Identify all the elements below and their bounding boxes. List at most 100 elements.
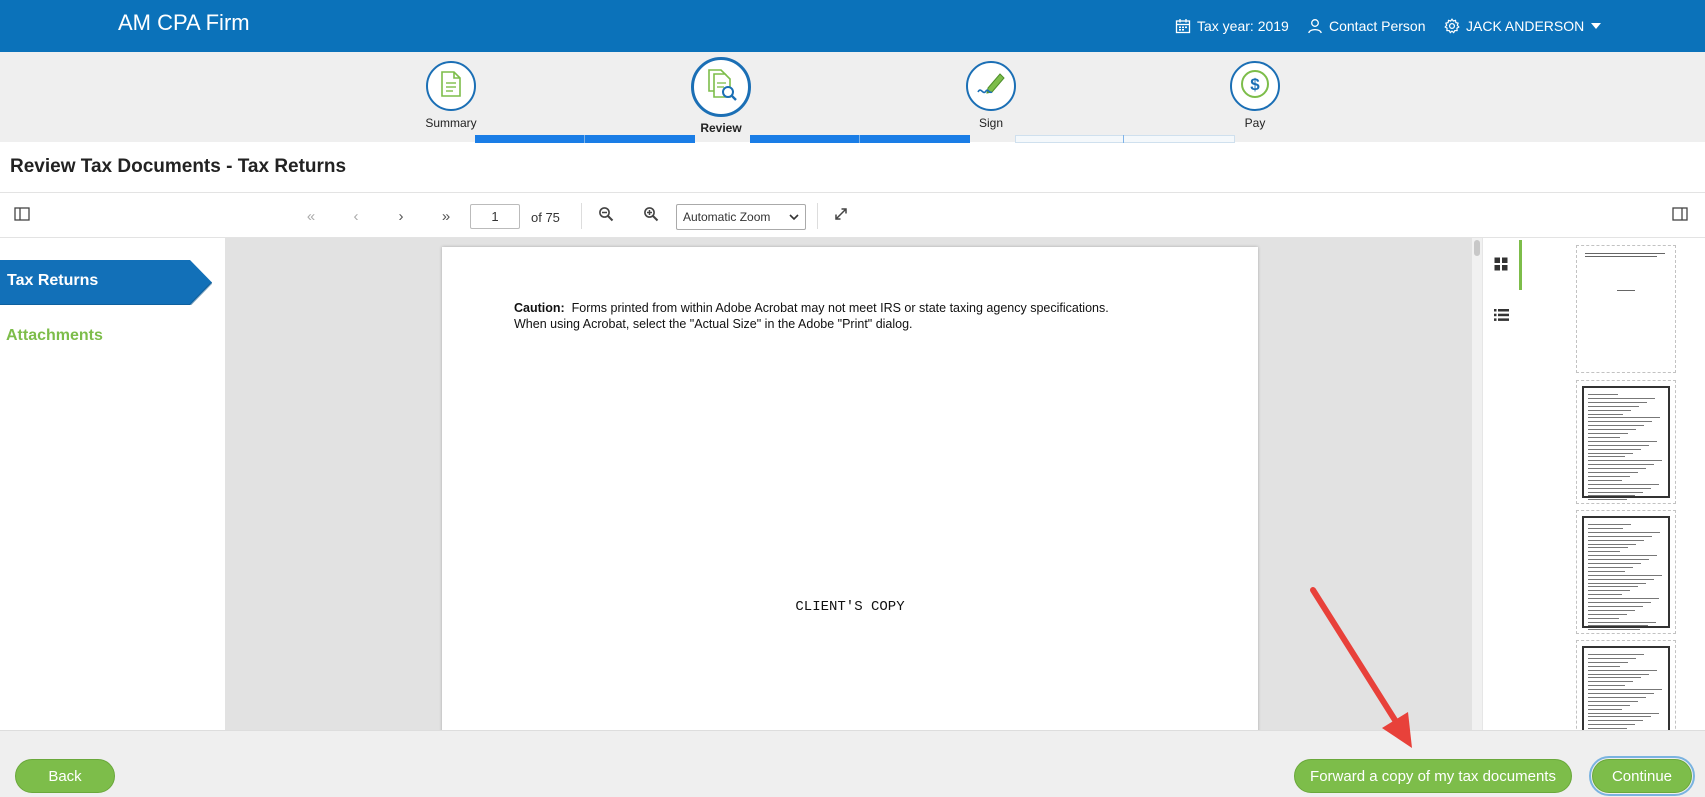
thumb-text-line <box>1588 574 1662 576</box>
presentation-mode-button[interactable] <box>830 205 852 227</box>
thumb-text-line <box>1588 669 1657 671</box>
thumb-text-line <box>1588 468 1646 470</box>
thumb-text-line <box>1588 700 1638 702</box>
nav-item-attachments[interactable]: Attachments <box>6 327 103 345</box>
thumb-text-line <box>1588 479 1622 481</box>
step-label-review: Review <box>700 121 742 135</box>
zoom-select[interactable]: Automatic Zoom <box>676 204 806 230</box>
thumb-text-line <box>1588 464 1654 466</box>
thumb-text-line <box>1588 696 1646 698</box>
step-pay[interactable]: $ <box>1230 61 1280 111</box>
thumb-text-line <box>1588 720 1643 722</box>
thumb-text-line <box>1588 539 1644 541</box>
thumb-text-line <box>1588 661 1628 663</box>
thumb-text-line <box>1617 290 1635 291</box>
zoom-select-value: Automatic Zoom <box>683 210 771 224</box>
calendar-icon <box>1175 18 1191 34</box>
user-name: JACK ANDERSON <box>1466 18 1585 34</box>
footer-bar: Back Forward a copy of my tax documents … <box>0 730 1705 797</box>
top-header: AM CPA Firm Tax year: 2019 Contact Perso… <box>0 0 1705 52</box>
thumb-text-line <box>1588 566 1633 568</box>
caret-down-icon <box>1590 22 1602 30</box>
caution-line-1: Forms printed from within Adobe Acrobat … <box>571 301 1109 315</box>
thumb-text-line <box>1588 712 1659 714</box>
thumb-text-line <box>1588 429 1636 431</box>
thumb-text-line <box>1588 475 1630 477</box>
pen-signature-icon <box>976 70 1006 103</box>
sidebar-toggle-button[interactable] <box>11 205 33 227</box>
dollar-icon: $ <box>1240 69 1270 104</box>
page-thumbnail[interactable] <box>1576 640 1676 730</box>
thumb-text-line <box>1588 681 1633 683</box>
viewer-scrollbar[interactable] <box>1472 238 1482 730</box>
last-page-button[interactable]: » <box>435 205 457 227</box>
thumb-text-line <box>1588 594 1622 596</box>
page-count-label: of 75 <box>531 210 560 225</box>
thumb-text-line <box>1588 460 1662 462</box>
thumb-text-line <box>1588 629 1640 631</box>
step-review[interactable] <box>691 57 751 117</box>
thumb-text-line <box>1588 397 1655 399</box>
thumb-text-line <box>1588 657 1636 659</box>
page-thumbnail[interactable] <box>1576 245 1676 373</box>
step-label-summary: Summary <box>425 116 477 130</box>
chevron-down-icon <box>789 210 799 224</box>
progress-track-3 <box>1015 135 1235 143</box>
first-page-button[interactable]: « <box>300 205 322 227</box>
thumb-text-line <box>1588 448 1641 450</box>
thumb-text-line <box>1588 547 1628 549</box>
thumb-text-line <box>1588 417 1660 419</box>
thumb-page-frame <box>1582 646 1670 730</box>
pdf-viewer[interactable]: Caution: Forms printed from within Adobe… <box>225 238 1482 730</box>
nav-item-label: Tax Returns <box>7 272 99 289</box>
thumb-text-line <box>1588 582 1646 584</box>
zoom-out-button[interactable] <box>595 205 617 227</box>
thumb-text-line <box>1588 495 1635 497</box>
step-sign[interactable] <box>966 61 1016 111</box>
zoom-in-button[interactable] <box>640 205 662 227</box>
thumb-text-line <box>1588 535 1652 537</box>
page-number-input[interactable] <box>470 204 520 229</box>
thumb-text-line <box>1588 527 1623 529</box>
thumb-text-line <box>1588 708 1622 710</box>
expand-icon <box>834 207 848 225</box>
thumb-text-line <box>1588 665 1620 667</box>
thumb-text-line <box>1588 559 1649 561</box>
page-thumbnail[interactable] <box>1576 380 1676 504</box>
continue-button[interactable]: Continue <box>1589 756 1695 796</box>
caution-label: Caution: <box>514 301 565 315</box>
next-page-button[interactable]: › <box>390 205 412 227</box>
outline-view-button[interactable] <box>1492 308 1510 326</box>
thumbnail-panel <box>1522 238 1705 730</box>
nav-item-tax-returns[interactable]: Tax Returns <box>0 260 212 305</box>
thumb-text-line <box>1588 724 1635 726</box>
zoom-in-icon <box>643 206 659 226</box>
thumb-text-line <box>1588 405 1639 407</box>
user-menu[interactable]: JACK ANDERSON <box>1444 18 1602 34</box>
forward-copy-button[interactable]: Forward a copy of my tax documents <box>1294 759 1572 793</box>
step-summary[interactable] <box>426 61 476 111</box>
progress-track-1 <box>475 135 695 143</box>
thumb-text-line <box>1588 524 1631 525</box>
tax-year-selector[interactable]: Tax year: 2019 <box>1175 18 1289 34</box>
contact-person-link[interactable]: Contact Person <box>1307 18 1426 34</box>
back-button[interactable]: Back <box>15 759 115 793</box>
scrollbar-thumb[interactable] <box>1474 240 1480 256</box>
document-icon <box>439 70 463 103</box>
thumb-text-line <box>1588 472 1638 473</box>
previous-page-button[interactable]: ‹ <box>345 205 367 227</box>
thumb-text-line <box>1588 598 1659 600</box>
brand-title: AM CPA Firm <box>118 10 250 35</box>
thumb-text-line <box>1588 570 1625 572</box>
thumb-text-line <box>1588 590 1630 592</box>
thumb-text-line <box>1588 440 1657 442</box>
page-thumbnail[interactable] <box>1576 510 1676 634</box>
caution-note: Caution: Forms printed from within Adobe… <box>514 300 1109 332</box>
thumb-text-line <box>1588 625 1648 627</box>
toolbar-separator <box>817 203 818 229</box>
thumb-text-line <box>1588 425 1644 427</box>
thumb-text-line <box>1588 609 1635 611</box>
thumbnail-view-button[interactable] <box>1492 257 1510 275</box>
step-label-pay: Pay <box>1244 116 1266 130</box>
secondary-toolbar-toggle[interactable] <box>1669 205 1691 227</box>
